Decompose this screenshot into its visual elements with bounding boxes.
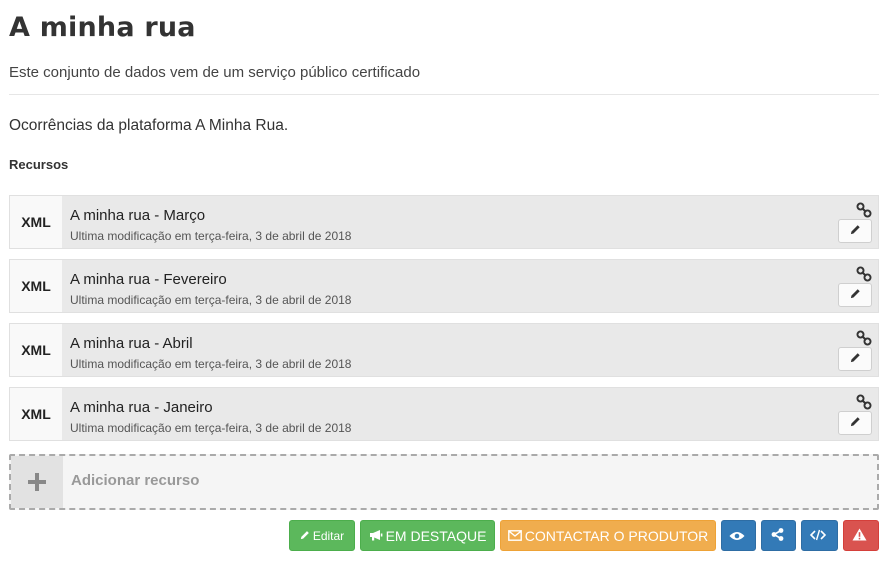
resources-section-title: Recursos	[9, 157, 69, 172]
edit-resource-button[interactable]	[838, 219, 872, 243]
resource-item[interactable]: XML A minha rua - Janeiro Ultima modific…	[9, 387, 879, 441]
featured-button[interactable]: EM DESTAQUE	[360, 520, 495, 551]
link-icon[interactable]	[856, 202, 872, 218]
share-button[interactable]	[761, 520, 796, 551]
code-icon	[809, 528, 829, 544]
report-button[interactable]	[843, 520, 879, 551]
featured-button-label: EM DESTAQUE	[385, 527, 487, 544]
plus-icon	[11, 456, 63, 508]
pencil-icon	[850, 286, 861, 304]
resource-name[interactable]: A minha rua - Janeiro	[70, 399, 213, 416]
resource-modified-date: Ultima modificação em terça-feira, 3 de …	[70, 357, 352, 371]
pencil-icon	[850, 414, 861, 432]
resource-modified-date: Ultima modificação em terça-feira, 3 de …	[70, 229, 352, 243]
view-button[interactable]	[721, 520, 756, 551]
edit-resource-button[interactable]	[838, 283, 872, 307]
resource-modified-date: Ultima modificação em terça-feira, 3 de …	[70, 293, 352, 307]
resource-name[interactable]: A minha rua - Abril	[70, 335, 193, 352]
resource-name[interactable]: A minha rua - Março	[70, 207, 205, 224]
embed-code-button[interactable]	[801, 520, 838, 551]
pencil-icon	[850, 222, 861, 240]
page-title: A minha rua	[9, 12, 196, 43]
resource-modified-date: Ultima modificação em terça-feira, 3 de …	[70, 421, 352, 435]
link-icon[interactable]	[856, 330, 872, 346]
resource-item[interactable]: XML A minha rua - Fevereiro Ultima modif…	[9, 259, 879, 313]
bullhorn-icon	[369, 528, 386, 544]
contact-button-label: CONTACTAR O PRODUTOR	[524, 527, 709, 544]
resource-item[interactable]: XML A minha rua - Março Ultima modificaç…	[9, 195, 879, 249]
pencil-icon	[300, 529, 313, 543]
share-icon	[771, 527, 787, 544]
resource-format-badge: XML	[10, 196, 62, 248]
edit-resource-button[interactable]	[838, 411, 872, 435]
resource-name[interactable]: A minha rua - Fevereiro	[70, 271, 227, 288]
edit-button-label: Editar	[312, 528, 345, 543]
contact-producer-button[interactable]: CONTACTAR O PRODUTOR	[500, 520, 716, 551]
edit-button[interactable]: Editar	[289, 520, 355, 551]
add-resource-label: Adicionar recurso	[71, 472, 200, 489]
pencil-icon	[850, 350, 861, 368]
edit-resource-button[interactable]	[838, 347, 872, 371]
link-icon[interactable]	[856, 266, 872, 282]
dataset-description: Ocorrências da plataforma A Minha Rua.	[9, 117, 289, 134]
envelope-icon	[507, 528, 525, 544]
resource-format-badge: XML	[10, 260, 62, 312]
eye-icon	[729, 528, 748, 544]
link-icon[interactable]	[856, 394, 872, 410]
divider	[9, 94, 879, 95]
warning-icon	[852, 528, 870, 544]
resource-format-badge: XML	[10, 388, 62, 440]
certified-subtitle: Este conjunto de dados vem de um serviço…	[9, 64, 421, 81]
add-resource-button[interactable]: Adicionar recurso	[9, 454, 879, 510]
resource-item[interactable]: XML A minha rua - Abril Ultima modificaç…	[9, 323, 879, 377]
resource-format-badge: XML	[10, 324, 62, 376]
